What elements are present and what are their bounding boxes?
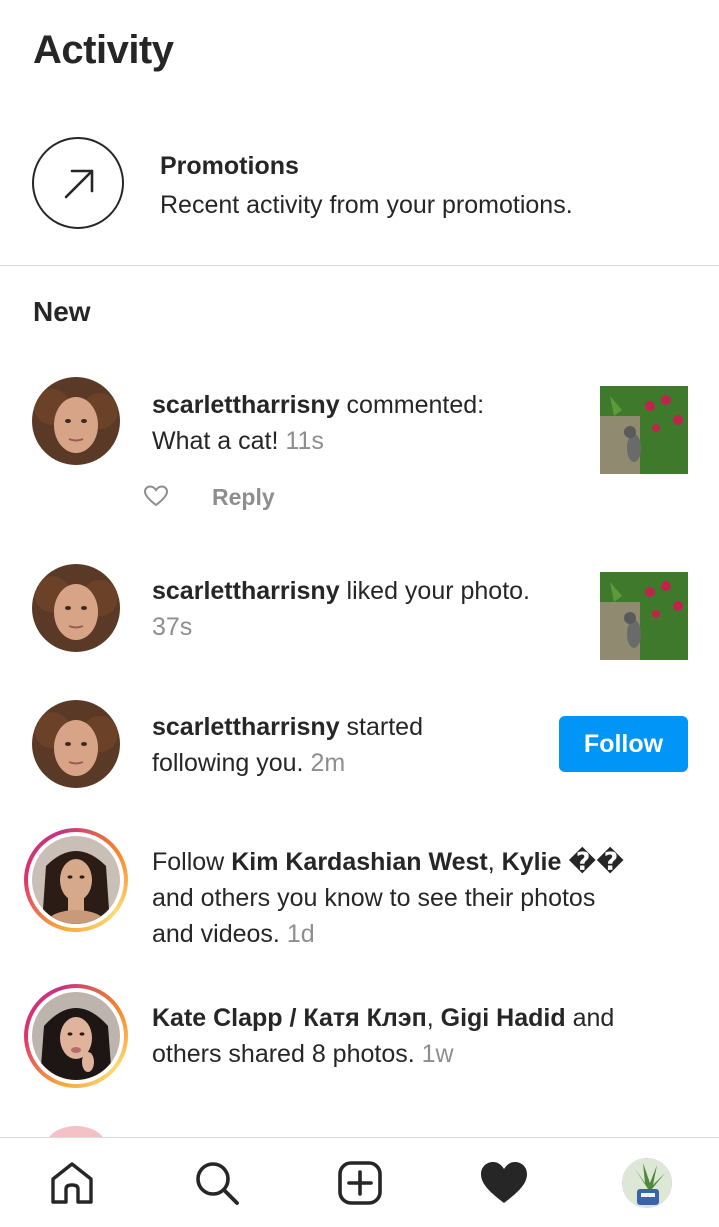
username[interactable]: scarlettharrisny xyxy=(152,391,340,419)
timestamp: 1d xyxy=(286,920,315,948)
suggested-user-link[interactable]: Kylie xyxy=(502,848,562,876)
promotions-subtitle: Recent activity from your promotions. xyxy=(160,191,573,219)
section-title-new: New xyxy=(33,296,91,327)
notification-text: scarlettharrisny started following you. … xyxy=(152,713,423,777)
bottom-nav xyxy=(0,1137,719,1227)
notification-text: scarlettharrisny commented: What a cat! … xyxy=(152,391,485,455)
heart-outline-icon[interactable] xyxy=(143,484,169,508)
reply-button[interactable]: Reply xyxy=(212,480,275,514)
plus-square-icon[interactable] xyxy=(335,1158,385,1208)
story-ring-avatar[interactable] xyxy=(24,828,128,932)
profile-avatar[interactable] xyxy=(622,1158,672,1208)
avatar[interactable] xyxy=(32,700,120,788)
promotions-title: Promotions xyxy=(160,152,299,180)
follow-button[interactable]: Follow xyxy=(559,716,688,772)
user-link[interactable]: Gigi Hadid xyxy=(441,1004,566,1032)
notification-text: Kate Clapp / Катя Клэп, Gigi Hadid and o… xyxy=(152,1004,615,1068)
username[interactable]: scarlettharrisny xyxy=(152,713,340,741)
timestamp: 1w xyxy=(421,1040,454,1068)
search-icon[interactable] xyxy=(192,1158,242,1208)
suggested-user-link[interactable]: Kim Kardashian West xyxy=(231,848,488,876)
avatar[interactable] xyxy=(32,377,120,465)
page-title: Activity xyxy=(33,28,174,72)
notification-text: scarlettharrisny liked your photo. 37s xyxy=(152,577,531,641)
avatar xyxy=(32,836,120,924)
user-link[interactable]: Kate Clapp / Катя Клэп xyxy=(152,1004,427,1032)
post-thumbnail[interactable] xyxy=(600,572,688,660)
timestamp: 37s xyxy=(152,613,193,641)
avatar xyxy=(32,992,120,1080)
story-ring-avatar[interactable] xyxy=(24,984,128,1088)
divider xyxy=(0,265,719,266)
arrow-up-right-icon xyxy=(32,137,124,229)
header: Activity xyxy=(0,0,719,110)
timestamp: 2m xyxy=(310,749,346,777)
timestamp: 11s xyxy=(285,427,324,455)
username[interactable]: scarlettharrisny xyxy=(152,577,340,605)
avatar[interactable] xyxy=(32,564,120,652)
notification-text: Follow Kim Kardashian West, Kylie �� and… xyxy=(152,848,625,948)
heart-filled-icon[interactable] xyxy=(479,1158,529,1208)
home-icon[interactable] xyxy=(47,1158,97,1208)
promotions-row[interactable]: Promotions Recent activity from your pro… xyxy=(0,110,719,265)
post-thumbnail[interactable] xyxy=(600,386,688,474)
